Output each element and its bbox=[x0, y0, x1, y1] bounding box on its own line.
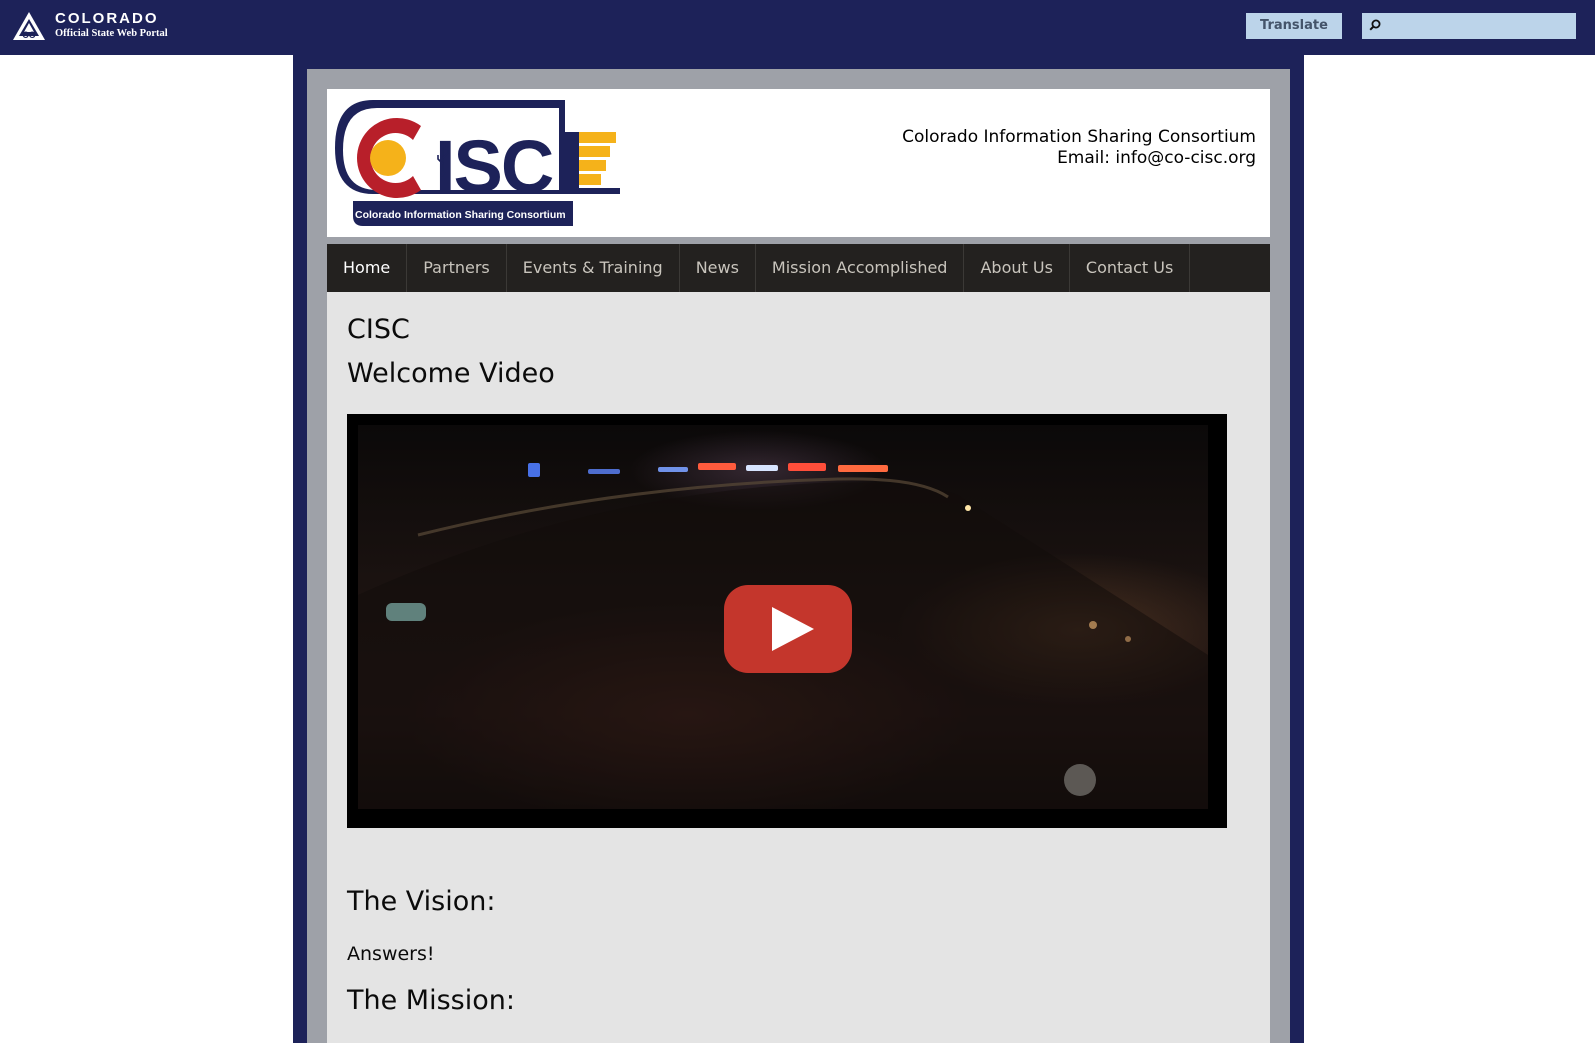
nav-item-home[interactable]: Home bbox=[327, 244, 408, 292]
colorado-mountain-logo-icon: CO bbox=[13, 12, 45, 40]
header-contact: Colorado Information Sharing Consortium … bbox=[902, 127, 1256, 169]
nav-item-news[interactable]: News bbox=[680, 244, 756, 292]
svg-text:ISC: ISC bbox=[435, 125, 553, 208]
vision-heading: The Vision: bbox=[347, 886, 496, 917]
translate-button[interactable]: Translate bbox=[1246, 13, 1342, 39]
nav-item-events-training[interactable]: Events & Training bbox=[507, 244, 680, 292]
state-portal-bar: CO COLORADO Official State Web Portal Tr… bbox=[0, 0, 1595, 55]
main-nav: Home Partners Events & Training News Mis… bbox=[327, 244, 1270, 292]
colorado-portal-logo[interactable]: CO COLORADO Official State Web Portal bbox=[11, 10, 191, 44]
nav-item-partners[interactable]: Partners bbox=[407, 244, 507, 292]
nav-item-mission-accomplished[interactable]: Mission Accomplished bbox=[756, 244, 965, 292]
org-name: Colorado Information Sharing Consortium bbox=[902, 127, 1256, 147]
page-title: CISC bbox=[347, 314, 410, 345]
main-content: CISC Welcome Video The Vision: Answers! … bbox=[327, 292, 1270, 1043]
svg-text:CO: CO bbox=[22, 30, 36, 40]
contact-email[interactable]: Email: info@co-cisc.org bbox=[902, 148, 1256, 169]
site-header: ISC Colorado Information Sharing Consort… bbox=[327, 89, 1270, 237]
cisc-logo[interactable]: ISC Colorado Information Sharing Consort… bbox=[333, 98, 623, 228]
portal-search[interactable] bbox=[1362, 13, 1576, 39]
vision-text: Answers! bbox=[347, 943, 435, 965]
youtube-play-icon[interactable] bbox=[724, 585, 852, 673]
portal-name: COLORADO bbox=[55, 10, 159, 27]
portal-subtitle: Official State Web Portal bbox=[55, 28, 168, 39]
search-icon[interactable] bbox=[1369, 19, 1381, 31]
nav-item-contact-us[interactable]: Contact Us bbox=[1070, 244, 1191, 292]
mission-heading: The Mission: bbox=[347, 985, 515, 1016]
welcome-video-player[interactable] bbox=[347, 414, 1227, 828]
cisc-logo-tagline: Colorado Information Sharing Consortium bbox=[355, 209, 566, 221]
nav-item-about-us[interactable]: About Us bbox=[964, 244, 1070, 292]
video-thumbnail[interactable] bbox=[358, 425, 1208, 809]
page-subtitle: Welcome Video bbox=[347, 358, 555, 389]
search-input[interactable] bbox=[1384, 13, 1572, 39]
